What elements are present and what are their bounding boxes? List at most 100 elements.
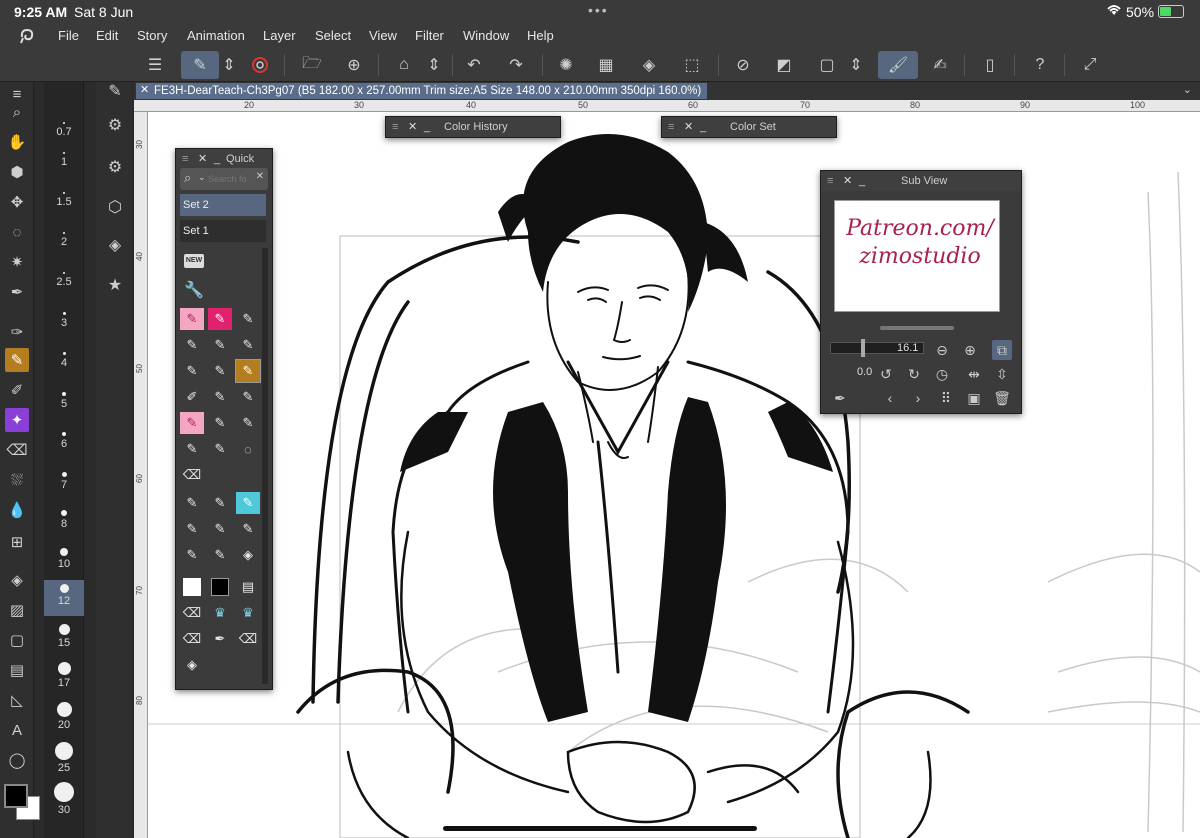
sub-view-preview[interactable]: Patreon.com/ zimostudio: [834, 200, 1000, 312]
pen-icon[interactable]: ✎: [208, 438, 232, 460]
sub-tool-pen-icon[interactable]: ✎: [102, 78, 128, 104]
loading-spinner-icon[interactable]: ✺: [552, 51, 580, 79]
cyan-pen-icon[interactable]: ✎: [236, 492, 260, 514]
brush-size-option[interactable]: 17: [44, 662, 84, 689]
brush-size-option[interactable]: 2.5: [44, 272, 84, 288]
brush-size-option[interactable]: 20: [44, 702, 84, 731]
pen-icon[interactable]: ✎: [180, 360, 204, 382]
quick-access-set-2[interactable]: Set 2: [180, 194, 266, 216]
help-icon[interactable]: ?: [1026, 51, 1054, 79]
material-folder-icon[interactable]: ★: [102, 272, 128, 298]
eraser-icon[interactable]: ⌫: [180, 464, 204, 486]
brush-size-option[interactable]: 4: [44, 352, 84, 369]
pen-icon[interactable]: ✎: [236, 308, 260, 330]
invert-selection-icon[interactable]: ◩: [770, 51, 798, 79]
menu-window[interactable]: Window: [463, 28, 509, 43]
balloon-tool-icon[interactable]: ◯: [5, 748, 29, 772]
brush-setting-icon[interactable]: 🖌: [878, 51, 918, 79]
magic-wand-icon[interactable]: ✷: [5, 250, 29, 274]
smartphone-icon[interactable]: ▯: [976, 51, 1004, 79]
flip-vertical-icon[interactable]: ⇳: [992, 364, 1012, 384]
pen-icon[interactable]: ✎: [208, 360, 232, 382]
brush-size-option[interactable]: 10: [44, 548, 84, 570]
menu-story[interactable]: Story: [137, 28, 167, 43]
transform-icon[interactable]: ⬚: [678, 51, 706, 79]
search-input[interactable]: [208, 171, 258, 187]
pen-icon[interactable]: ✎: [208, 412, 232, 434]
panel-grip-icon[interactable]: ≡: [182, 149, 188, 169]
layer-icon[interactable]: ▤: [236, 576, 260, 598]
fill-icon[interactable]: ◈: [635, 51, 663, 79]
brush-size-option[interactable]: 15: [44, 624, 84, 649]
selection-border-icon[interactable]: ▢: [813, 51, 841, 79]
pen-icon[interactable]: ✎: [208, 386, 232, 408]
black-color-swatch[interactable]: [208, 576, 232, 598]
layers-icon[interactable]: ◈: [102, 232, 128, 258]
home-indicator[interactable]: [443, 826, 757, 831]
panel-grip-icon[interactable]: ≡: [827, 171, 833, 191]
next-image-icon[interactable]: ›: [908, 388, 928, 408]
airbrush-tool-icon[interactable]: ⛆: [5, 468, 29, 492]
undo-icon[interactable]: ↶: [460, 51, 488, 79]
blend-tool-icon[interactable]: 💧: [5, 498, 29, 522]
new-badge[interactable]: NEW: [184, 254, 204, 268]
pen-icon[interactable]: ✎: [236, 386, 260, 408]
lasso-icon[interactable]: ◌: [236, 438, 260, 460]
rotate-left-icon[interactable]: ↺: [876, 364, 896, 384]
sparkle-tool-icon[interactable]: ✦: [5, 408, 29, 432]
pen-tool-icon[interactable]: ✑: [5, 320, 29, 344]
fill-icon[interactable]: ◈: [180, 654, 204, 676]
chevron-down-icon[interactable]: ⌄: [198, 172, 206, 183]
pen-icon[interactable]: ✎: [208, 334, 232, 356]
open-folder-icon[interactable]: 🗁: [298, 51, 326, 79]
close-tab-icon[interactable]: ✕: [140, 83, 149, 96]
menu-filter[interactable]: Filter: [415, 28, 444, 43]
sub-tool-3d-icon[interactable]: ⬡: [102, 194, 128, 220]
white-color-swatch[interactable]: [180, 576, 204, 598]
figure-tool-icon[interactable]: ⊞: [5, 530, 29, 554]
pen-icon[interactable]: ✎: [180, 438, 204, 460]
brush-size-option-selected[interactable]: 12: [44, 580, 84, 616]
menu-help[interactable]: Help: [527, 28, 554, 43]
brush-size-option[interactable]: 1.5: [44, 192, 84, 208]
eyedropper-icon[interactable]: ✒: [830, 388, 850, 408]
active-pen-icon[interactable]: ✎: [235, 359, 261, 383]
redo-icon[interactable]: ↷: [502, 51, 530, 79]
rotate-right-icon[interactable]: ↻: [904, 364, 924, 384]
pen-icon[interactable]: ✎: [236, 412, 260, 434]
ruler-tool-icon[interactable]: ◺: [5, 688, 29, 712]
pen-icon[interactable]: ✎: [236, 518, 260, 540]
wrench-icon[interactable]: 🔧: [184, 280, 204, 300]
flip-horizontal-icon[interactable]: ⇹: [964, 364, 984, 384]
sub-tool-layer-settings-icon[interactable]: ⚙: [102, 154, 128, 180]
brush-icon[interactable]: ✐: [180, 386, 204, 408]
color-swatches[interactable]: [2, 782, 42, 822]
eraser-icon[interactable]: ⌫: [236, 628, 260, 650]
text-tool-icon[interactable]: A: [5, 718, 29, 742]
zoom-in-icon[interactable]: ⊕: [960, 340, 980, 360]
menu-edit[interactable]: Edit: [96, 28, 118, 43]
pen-icon[interactable]: ✎: [208, 544, 232, 566]
zoom-out-icon[interactable]: ⊖: [932, 340, 952, 360]
deselect-icon[interactable]: ⊘: [729, 51, 757, 79]
drawing-canvas[interactable]: [148, 112, 1200, 838]
previous-image-icon[interactable]: ‹: [880, 388, 900, 408]
close-panel-icon[interactable]: ✕: [843, 171, 852, 191]
brush-size-option[interactable]: 1: [44, 152, 84, 168]
cupcake-icon[interactable]: ♛: [236, 602, 260, 624]
foreground-color[interactable]: [4, 784, 28, 808]
app-logo-icon[interactable]: [18, 27, 36, 45]
brush-size-option[interactable]: 30: [44, 782, 84, 816]
hand-tool-icon[interactable]: ✋: [5, 130, 29, 154]
eraser-icon[interactable]: ⌫: [180, 602, 204, 624]
gradient-tool-icon[interactable]: ▨: [5, 598, 29, 622]
pen-icon[interactable]: ✎: [180, 492, 204, 514]
minimize-panel-icon[interactable]: _: [700, 117, 706, 137]
hamburger-menu-icon[interactable]: ☰: [141, 51, 169, 79]
brush-size-option[interactable]: 0.7: [44, 122, 84, 138]
pen-edit-icon[interactable]: ✍: [926, 51, 954, 79]
menu-layer[interactable]: Layer: [263, 28, 296, 43]
tab-dropdown-chevron-icon[interactable]: ⌄: [1183, 83, 1192, 96]
new-document-icon[interactable]: ⊕: [340, 51, 368, 79]
pink-pen-icon[interactable]: ✎: [180, 308, 204, 330]
